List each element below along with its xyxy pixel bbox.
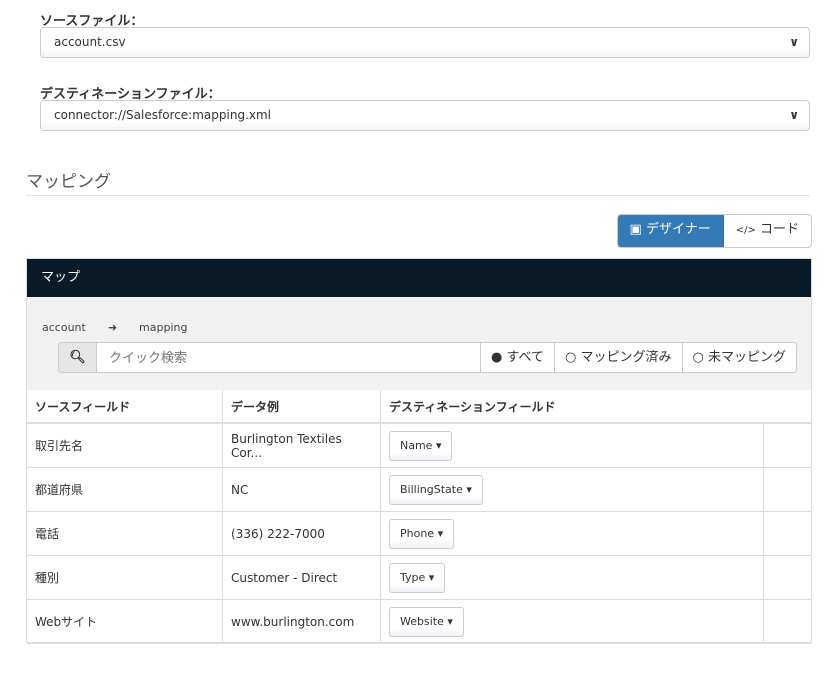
destination-value: BillingState xyxy=(400,482,463,496)
code-button[interactable]: </> コード xyxy=(724,215,811,247)
destination-field-dropdown[interactable]: Phone ▾ xyxy=(389,518,455,549)
sample-data: (336) 222-7000 xyxy=(222,511,381,556)
chevron-down-icon: ∨ xyxy=(789,108,799,122)
source-field: 種別 xyxy=(27,555,223,600)
caret-down-icon: ▾ xyxy=(437,526,444,540)
table-row: Webサイト www.burlington.com Website ▾ xyxy=(27,599,811,644)
empty-cell xyxy=(763,555,811,600)
destination-field-dropdown[interactable]: BillingState ▾ xyxy=(389,474,483,505)
filter-all[interactable]: ● すべて xyxy=(479,343,554,372)
breadcrumb-from: account xyxy=(42,321,86,334)
view-toggle: ▣ デザイナー </> コード xyxy=(616,214,812,248)
source-file-value: account.csv xyxy=(54,35,126,49)
destination-cell: Phone ▾ xyxy=(380,511,764,556)
source-field: 都道府県 xyxy=(27,467,223,512)
table-row: 電話 (336) 222-7000 Phone ▾ xyxy=(27,511,811,556)
table-row: 種別 Customer - Direct Type ▾ xyxy=(27,555,811,600)
filter-unmapped[interactable]: ○ 未マッピング xyxy=(681,343,796,372)
destination-value: Name xyxy=(400,438,433,452)
search-icon: 🔍︎ xyxy=(59,343,97,372)
destination-field-dropdown[interactable]: Website ▾ xyxy=(389,606,464,637)
breadcrumb: account ➜ mapping xyxy=(42,321,209,334)
caret-down-icon: ▾ xyxy=(447,614,453,628)
destination-field-dropdown[interactable]: Type ▾ xyxy=(389,562,446,593)
empty-cell xyxy=(763,467,811,512)
destination-field-dropdown[interactable]: Name ▾ xyxy=(389,430,453,461)
filter-label: すべて xyxy=(506,350,544,365)
column-header: ソースフィールド xyxy=(27,390,223,424)
empty-cell xyxy=(763,599,811,644)
quick-search-input[interactable] xyxy=(97,343,480,372)
divider xyxy=(26,195,810,196)
column-header: デスティネーションフィールド xyxy=(380,390,811,424)
sample-data: Burlington Textiles Cor... xyxy=(222,423,381,468)
source-file-select[interactable]: account.csv ∨ xyxy=(40,27,810,58)
sample-data: Customer - Direct xyxy=(222,555,381,600)
code-icon: </> xyxy=(735,225,756,236)
destination-value: Website xyxy=(400,614,444,628)
code-label: コード xyxy=(759,222,799,237)
source-field: Webサイト xyxy=(27,599,223,644)
destination-file-select[interactable]: connector://Salesforce:mapping.xml ∨ xyxy=(40,100,810,131)
filter-mapped[interactable]: ○ マッピング済み xyxy=(554,343,682,372)
image-icon: ▣ xyxy=(629,222,642,237)
empty-cell xyxy=(763,423,811,468)
filter-label: マッピング済み xyxy=(580,350,672,365)
empty-cell xyxy=(763,511,811,556)
filter-label: 未マッピング xyxy=(707,350,786,365)
arrow-right-icon: ➜ xyxy=(107,321,118,334)
destination-value: Type xyxy=(400,570,426,584)
caret-down-icon: ▾ xyxy=(435,438,442,452)
column-header: データ例 xyxy=(222,390,381,424)
table-row: 取引先名 Burlington Textiles Cor... Name ▾ xyxy=(27,423,811,468)
sample-data: NC xyxy=(222,467,381,512)
caret-down-icon: ▾ xyxy=(428,570,435,584)
panel-title: マップ xyxy=(27,259,811,297)
map-panel: マップ account ➜ mapping 🔍︎ ● すべて ○ マッピング済み ○… xyxy=(26,258,812,644)
designer-label: デザイナー xyxy=(645,222,711,237)
section-title: マッピング xyxy=(26,172,111,192)
breadcrumb-to: mapping xyxy=(139,321,188,334)
source-field: 取引先名 xyxy=(27,423,223,468)
destination-cell: Name ▾ xyxy=(380,423,764,468)
search-group: 🔍︎ ● すべて ○ マッピング済み ○ 未マッピング xyxy=(58,342,797,373)
table-row: 都道府県 NC BillingState ▾ xyxy=(27,467,811,512)
destination-file-value: connector://Salesforce:mapping.xml xyxy=(54,108,272,122)
designer-button[interactable]: ▣ デザイナー xyxy=(617,215,724,247)
chevron-down-icon: ∨ xyxy=(789,35,799,49)
destination-cell: BillingState ▾ xyxy=(380,467,764,512)
destination-value: Phone xyxy=(400,526,435,540)
caret-down-icon: ▾ xyxy=(466,482,472,496)
mapping-table: ソースフィールド データ例 デスティネーションフィールド 取引先名 Burlingto… xyxy=(27,390,811,644)
sample-data: www.burlington.com xyxy=(222,599,381,644)
destination-cell: Type ▾ xyxy=(380,555,764,600)
destination-cell: Website ▾ xyxy=(380,599,764,644)
source-field: 電話 xyxy=(27,511,223,556)
